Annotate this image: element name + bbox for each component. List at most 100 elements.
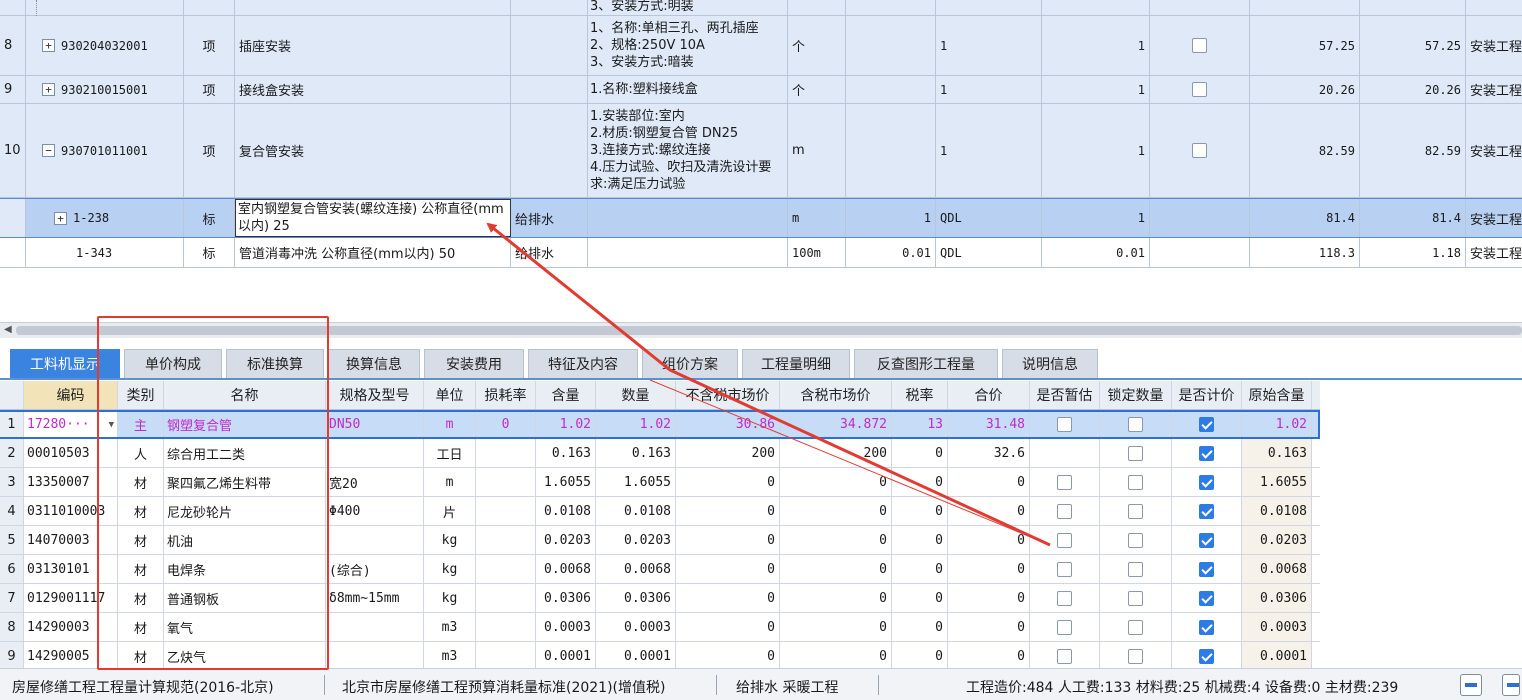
item-qty-expr[interactable] xyxy=(846,104,936,197)
item-category[interactable]: 安装工程 xyxy=(1466,104,1522,197)
item-features[interactable] xyxy=(588,199,788,237)
item-name-editor[interactable]: 室内钢塑复合管安装(螺纹连接) 公称直径(mm以内) 25 xyxy=(235,199,511,237)
status-major[interactable]: 给排水 采暖工程 xyxy=(736,677,838,697)
checked-checkbox-icon[interactable] xyxy=(1199,561,1214,577)
provisional-checkbox[interactable] xyxy=(1030,584,1100,612)
checkbox[interactable] xyxy=(1057,532,1072,548)
checkbox[interactable] xyxy=(1128,561,1143,577)
priced-checkbox[interactable] xyxy=(1172,613,1242,641)
checkbox[interactable] xyxy=(1128,503,1143,519)
checkbox[interactable] xyxy=(1057,503,1072,519)
item-qdl[interactable]: 1 xyxy=(936,104,1042,197)
tab-graphic-quantity[interactable]: 反查图形工程量 xyxy=(854,349,998,378)
item-unit[interactable]: 100m xyxy=(788,238,846,267)
column-header[interactable]: 原始含量 xyxy=(1242,381,1312,409)
provisional-checkbox[interactable] xyxy=(1030,526,1100,554)
material-code[interactable]: 0129001117 xyxy=(24,584,118,612)
column-header[interactable]: 类别 xyxy=(118,381,164,409)
item-category[interactable]: 安装工程 xyxy=(1466,199,1522,237)
item-features[interactable]: 1.名称:塑料接线盒 xyxy=(588,76,788,103)
item-qty-expr[interactable]: 0.01 xyxy=(846,238,936,267)
item-qty-expr[interactable] xyxy=(846,76,936,103)
item-code[interactable]: 1-343 xyxy=(26,238,184,267)
item-major[interactable]: 给排水 xyxy=(511,238,588,267)
lock-qty-checkbox[interactable] xyxy=(1100,613,1172,641)
checked-checkbox-icon[interactable] xyxy=(1199,532,1214,548)
item-qdl[interactable]: QDL xyxy=(936,238,1042,267)
priced-checkbox[interactable] xyxy=(1172,555,1242,583)
lock-qty-checkbox[interactable] xyxy=(1100,555,1172,583)
table-row[interactable]: 1-343 标 管道消毒冲洗 公称直径(mm以内) 50 给排水 100m 0.… xyxy=(0,238,1522,268)
collapse-icon[interactable]: − xyxy=(42,144,55,157)
tab-features-content[interactable]: 特征及内容 xyxy=(528,349,638,378)
checkbox[interactable] xyxy=(1057,474,1072,490)
checkbox[interactable] xyxy=(1128,474,1143,490)
priced-checkbox[interactable] xyxy=(1172,526,1242,554)
table-row[interactable]: 8 +930204032001 项 插座安装 1、名称:单相三孔、两孔插座 2、… xyxy=(0,16,1522,76)
tab-conversion-info[interactable]: 换算信息 xyxy=(328,349,420,378)
expand-icon[interactable]: + xyxy=(42,39,55,52)
column-header[interactable]: 税率 xyxy=(892,381,948,409)
material-name[interactable]: 氧气 xyxy=(164,613,326,641)
item-quantity[interactable]: 1 xyxy=(1042,16,1150,75)
item-major[interactable] xyxy=(511,104,588,197)
item-code[interactable]: +930210015001 xyxy=(26,76,184,103)
column-header[interactable]: 规格及型号 xyxy=(326,381,424,409)
lock-qty-checkbox[interactable] xyxy=(1100,642,1172,668)
tab-unit-price-composition[interactable]: 单价构成 xyxy=(124,349,222,378)
lock-qty-checkbox[interactable] xyxy=(1100,526,1172,554)
table-row[interactable]: 3、安装方式:明装 xyxy=(0,0,1522,16)
checked-checkbox-icon[interactable] xyxy=(1199,619,1214,635)
provisional-checkbox[interactable] xyxy=(1030,412,1100,437)
item-major[interactable]: 给排水 xyxy=(511,199,588,237)
provisional-checkbox[interactable] xyxy=(1030,642,1100,668)
provisional-checkbox[interactable] xyxy=(1030,468,1100,496)
checkbox[interactable] xyxy=(1128,648,1143,664)
lock-qty-checkbox[interactable] xyxy=(1100,439,1172,467)
priced-checkbox[interactable] xyxy=(1172,439,1242,467)
lock-qty-checkbox[interactable] xyxy=(1100,412,1172,437)
item-name[interactable]: 管道消毒冲洗 公称直径(mm以内) 50 xyxy=(235,238,511,267)
tab-standard-conversion[interactable]: 标准换算 xyxy=(226,349,324,378)
checkbox[interactable] xyxy=(1057,561,1072,577)
checked-checkbox-icon[interactable] xyxy=(1199,417,1214,432)
table-row-selected[interactable]: +1-238 标 室内钢塑复合管安装(螺纹连接) 公称直径(mm以内) 25 给… xyxy=(0,198,1522,238)
scrollbar-thumb[interactable] xyxy=(16,326,1522,335)
material-name[interactable]: 聚四氟乙烯生料带 xyxy=(164,468,326,496)
checked-checkbox-icon[interactable] xyxy=(1199,474,1214,490)
priced-checkbox[interactable] xyxy=(1172,468,1242,496)
tab-pricing-plan[interactable]: 组价方案 xyxy=(642,349,738,378)
material-code[interactable]: 00010503 xyxy=(24,439,118,467)
material-code[interactable]: 03130101 xyxy=(24,555,118,583)
column-header[interactable]: 编码 xyxy=(24,381,118,409)
checkbox[interactable] xyxy=(1057,619,1072,635)
column-header[interactable]: 含税市场价 xyxy=(780,381,892,409)
item-qdl[interactable]: 1 xyxy=(936,16,1042,75)
expand-icon[interactable]: + xyxy=(42,83,55,96)
material-code[interactable]: 14290005 xyxy=(24,642,118,668)
checkbox[interactable] xyxy=(1128,590,1143,606)
column-header[interactable]: 是否计价 xyxy=(1172,381,1242,409)
material-name[interactable]: 尼龙砂轮片 xyxy=(164,497,326,525)
item-code[interactable]: +930204032001 xyxy=(26,16,184,75)
material-name[interactable]: 电焊条 xyxy=(164,555,326,583)
item-name[interactable]: 复合管安装 xyxy=(235,104,511,197)
checkbox[interactable] xyxy=(1128,532,1143,548)
table-row[interactable]: 8 14290003 材氧气 m3 0.0003 0.0003 0 0 0 0 0.0003 xyxy=(0,613,1320,642)
item-unit[interactable]: m xyxy=(788,199,846,237)
item-unit[interactable]: 个 xyxy=(788,16,846,75)
item-qty-expr[interactable] xyxy=(846,16,936,75)
lock-qty-checkbox[interactable] xyxy=(1100,468,1172,496)
priced-checkbox[interactable] xyxy=(1172,412,1242,437)
dropdown-arrow-icon[interactable]: ▼ xyxy=(109,420,114,430)
provisional-checkbox[interactable] xyxy=(1030,497,1100,525)
checkbox[interactable] xyxy=(1057,648,1072,664)
checkbox[interactable] xyxy=(1057,417,1072,432)
item-name[interactable]: 接线盒安装 xyxy=(235,76,511,103)
settings-icon[interactable] xyxy=(1502,674,1520,696)
material-code[interactable]: 0311010003 xyxy=(24,497,118,525)
tab-quantity-detail[interactable]: 工程量明细 xyxy=(742,349,850,378)
priced-checkbox[interactable] xyxy=(1172,642,1242,668)
item-unit[interactable]: m xyxy=(788,104,846,197)
item-unit[interactable]: 个 xyxy=(788,76,846,103)
